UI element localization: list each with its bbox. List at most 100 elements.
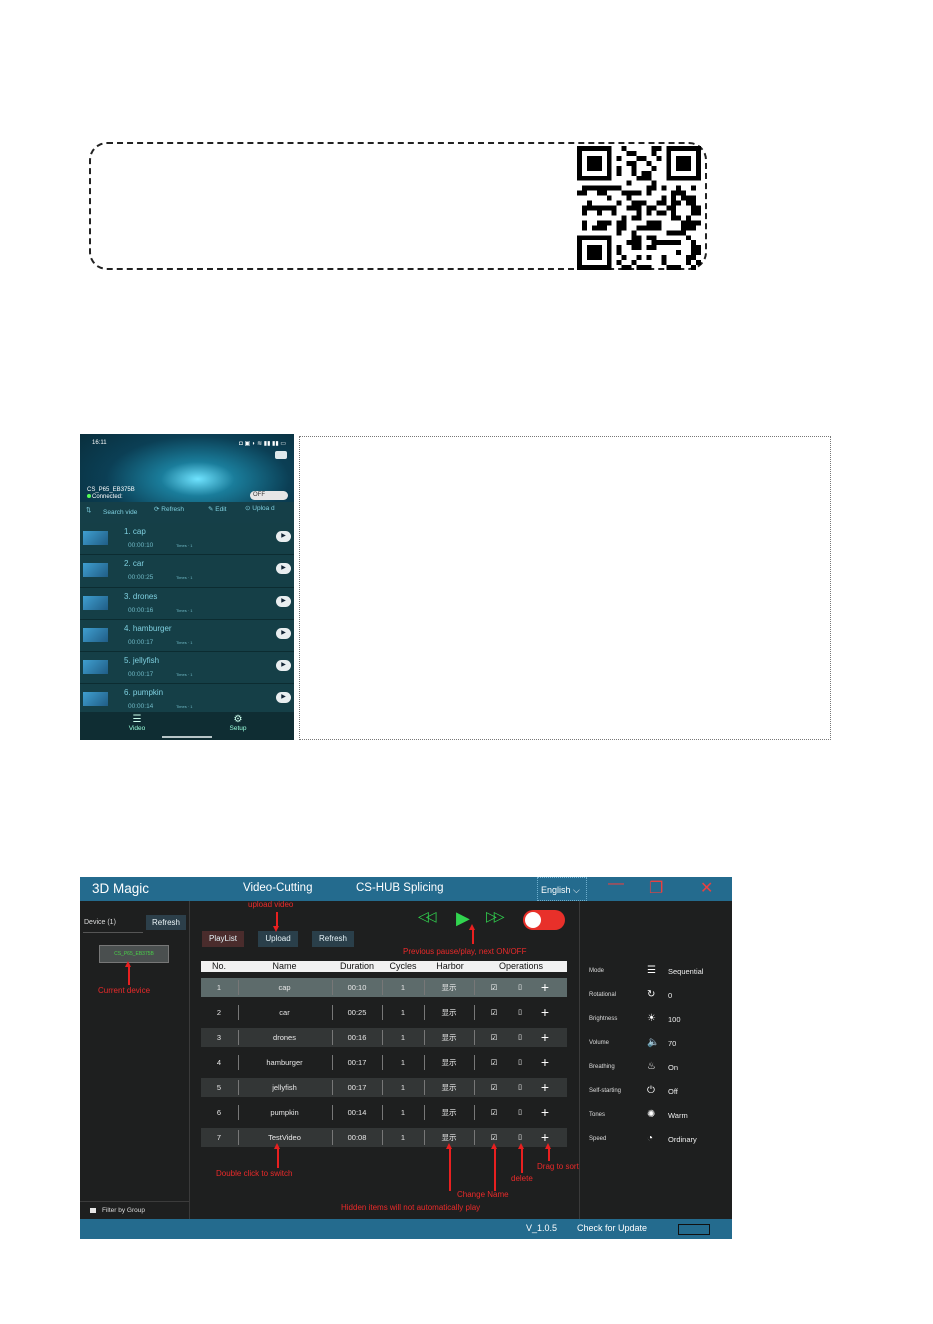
divider bbox=[474, 980, 475, 995]
drag-handle-icon[interactable]: + bbox=[538, 1103, 552, 1122]
list-icon[interactable]: ☰ bbox=[647, 965, 656, 976]
edit-name-icon[interactable]: ☑ bbox=[488, 978, 500, 997]
power-toggle[interactable]: OFF bbox=[250, 491, 288, 500]
tone-icon[interactable]: ✺ bbox=[647, 1109, 655, 1120]
table-header: No. Name Duration Cycles Harbor Operatio… bbox=[201, 961, 567, 972]
language-select[interactable]: English ⌵ bbox=[537, 877, 587, 901]
cell-name[interactable]: cap bbox=[238, 978, 331, 997]
window-layout-icon[interactable] bbox=[678, 1224, 710, 1235]
playlist-button[interactable]: PlayList bbox=[202, 931, 244, 947]
cell-name[interactable]: hamburger bbox=[238, 1053, 331, 1072]
current-device-item[interactable]: CS_P65_EB375B bbox=[99, 945, 169, 963]
play-icon[interactable]: ▶ bbox=[276, 627, 291, 639]
table-row[interactable]: 6 pumpkin 00:14 1 显示 ☑ ▯ + bbox=[201, 1103, 567, 1122]
setting-rotational[interactable]: Rotational ↻ 0 bbox=[589, 989, 729, 1003]
cell-harbor[interactable]: 显示 bbox=[425, 1078, 473, 1097]
play-icon[interactable]: ▶ bbox=[456, 908, 470, 929]
drag-handle-icon[interactable]: + bbox=[538, 1003, 552, 1022]
cell-harbor[interactable]: 显示 bbox=[425, 1053, 473, 1072]
device-refresh-button[interactable]: Refresh bbox=[146, 915, 186, 930]
power-icon[interactable]: ⏻ bbox=[647, 1085, 655, 1096]
nav-setup[interactable]: ⚙ Setup bbox=[208, 715, 268, 733]
cell-name[interactable]: car bbox=[238, 1003, 331, 1022]
delete-icon[interactable]: ▯ bbox=[514, 1053, 526, 1072]
refresh-button[interactable]: Refresh bbox=[312, 931, 354, 947]
nav-video[interactable]: ☰ Video bbox=[107, 715, 167, 733]
cell-cycles: 1 bbox=[400, 1008, 406, 1017]
edit-name-icon[interactable]: ☑ bbox=[488, 1103, 500, 1122]
lamp-icon[interactable]: ♨ bbox=[647, 1061, 656, 1072]
upload-button[interactable]: ⊙ Uploa d bbox=[245, 505, 289, 512]
delete-icon[interactable]: ▯ bbox=[514, 978, 526, 997]
cell-harbor[interactable]: 显示 bbox=[425, 1103, 473, 1122]
tab-cs-hub-splicing[interactable]: CS-HUB Splicing bbox=[356, 882, 444, 894]
checkbox-icon[interactable] bbox=[90, 1207, 96, 1213]
setting-brightness[interactable]: Brightness ☀ 100 bbox=[589, 1013, 729, 1027]
check-update-link[interactable]: Check for Update bbox=[577, 1223, 647, 1233]
delete-icon[interactable]: ▯ bbox=[514, 1103, 526, 1122]
delete-icon[interactable]: ▯ bbox=[514, 1028, 526, 1047]
upload-button[interactable]: Upload bbox=[258, 931, 298, 947]
next-icon[interactable]: ▷▷ bbox=[486, 908, 504, 925]
annotation-change-name: Change Name bbox=[457, 1190, 509, 1199]
edit-button[interactable]: ✎ Edit bbox=[208, 505, 226, 513]
table-row[interactable]: 7 TestVideo 00:08 1 显示 ☑ ▯ + bbox=[201, 1128, 567, 1147]
list-item[interactable]: 3. drones 00:00:16 Times · 1 ▶ bbox=[80, 587, 294, 620]
cell-harbor[interactable]: 显示 bbox=[425, 1003, 473, 1022]
drag-handle-icon[interactable]: + bbox=[538, 1053, 552, 1072]
gauge-icon[interactable]: ◔ bbox=[647, 1133, 653, 1144]
setting-volume[interactable]: Volume 🔈 70 bbox=[589, 1037, 729, 1051]
setting-speed[interactable]: Speed ◔ Ordinary bbox=[589, 1133, 729, 1147]
list-item[interactable]: 1. cap 00:00:10 Times · 1 ▶ bbox=[80, 523, 294, 556]
delete-icon[interactable]: ▯ bbox=[514, 1078, 526, 1097]
list-item[interactable]: 5. jellyfish 00:00:17 Times · 1 ▶ bbox=[80, 652, 294, 685]
setting-mode[interactable]: Mode ☰ Sequential bbox=[589, 965, 729, 979]
filter-by-group[interactable]: Filter by Group bbox=[80, 1201, 189, 1220]
refresh-button[interactable]: ⟳ Refresh bbox=[154, 505, 184, 513]
play-icon[interactable]: ▶ bbox=[276, 531, 291, 542]
list-item[interactable]: 2. car 00:00:25 Times · 1 ▶ bbox=[80, 555, 294, 588]
drag-handle-icon[interactable]: + bbox=[538, 978, 552, 997]
close-icon[interactable]: ✕ bbox=[700, 878, 713, 898]
setting-label: Volume bbox=[589, 1040, 610, 1046]
drag-handle-icon[interactable]: + bbox=[538, 1028, 552, 1047]
rotate-icon[interactable]: ↻ bbox=[647, 989, 655, 1000]
cell-name[interactable]: pumpkin bbox=[238, 1103, 331, 1122]
play-icon[interactable]: ▶ bbox=[276, 692, 291, 704]
cell-name[interactable]: jellyfish bbox=[238, 1078, 331, 1097]
edit-name-icon[interactable]: ☑ bbox=[488, 1053, 500, 1072]
camera-icon[interactable] bbox=[275, 451, 287, 459]
sun-icon[interactable]: ☀ bbox=[647, 1013, 656, 1024]
tab-video-cutting[interactable]: Video-Cutting bbox=[243, 882, 312, 894]
previous-icon[interactable]: ◁◁ bbox=[418, 908, 436, 925]
maximize-icon[interactable]: ❐ bbox=[649, 878, 663, 898]
play-icon[interactable]: ▶ bbox=[276, 595, 291, 607]
sort-icon[interactable]: ⇅ bbox=[86, 506, 91, 514]
cell-name[interactable]: drones bbox=[238, 1028, 331, 1047]
minimize-icon[interactable]: — bbox=[608, 877, 624, 893]
setting-breathing[interactable]: Breathing ♨ On bbox=[589, 1061, 729, 1075]
edit-name-icon[interactable]: ☑ bbox=[488, 1078, 500, 1097]
drag-handle-icon[interactable]: + bbox=[538, 1078, 552, 1097]
play-icon[interactable]: ▶ bbox=[276, 563, 291, 575]
table-row[interactable]: 4 hamburger 00:17 1 显示 ☑ ▯ + bbox=[201, 1053, 567, 1072]
table-row[interactable]: 2 car 00:25 1 显示 ☑ ▯ + bbox=[201, 1003, 567, 1022]
list-item[interactable]: 4. hamburger 00:00:17 Times · 1 ▶ bbox=[80, 619, 294, 653]
on-off-toggle[interactable] bbox=[523, 910, 565, 930]
cell-harbor[interactable]: 显示 bbox=[425, 978, 473, 997]
table-row[interactable]: 3 drones 00:16 1 显示 ☑ ▯ + bbox=[201, 1028, 567, 1047]
cell-no: 6 bbox=[216, 1108, 222, 1117]
toggle-knob bbox=[525, 912, 541, 928]
setting-tones[interactable]: Tones ✺ Warm bbox=[589, 1109, 729, 1123]
setting-self-starting[interactable]: Self-starting ⏻ Off bbox=[589, 1085, 729, 1099]
search-video-input[interactable]: Search vide bbox=[103, 509, 137, 516]
speaker-icon[interactable]: 🔈 bbox=[647, 1037, 659, 1048]
cell-harbor[interactable]: 显示 bbox=[425, 1028, 473, 1047]
table-row[interactable]: 5 jellyfish 00:17 1 显示 ☑ ▯ + bbox=[201, 1078, 567, 1097]
delete-icon[interactable]: ▯ bbox=[514, 1003, 526, 1022]
cell-name[interactable]: TestVideo bbox=[238, 1128, 331, 1147]
edit-name-icon[interactable]: ☑ bbox=[488, 1028, 500, 1047]
table-row[interactable]: 1 cap 00:10 1 显示 ☑ ▯ + bbox=[201, 978, 567, 997]
play-icon[interactable]: ▶ bbox=[276, 660, 291, 672]
edit-name-icon[interactable]: ☑ bbox=[488, 1003, 500, 1022]
